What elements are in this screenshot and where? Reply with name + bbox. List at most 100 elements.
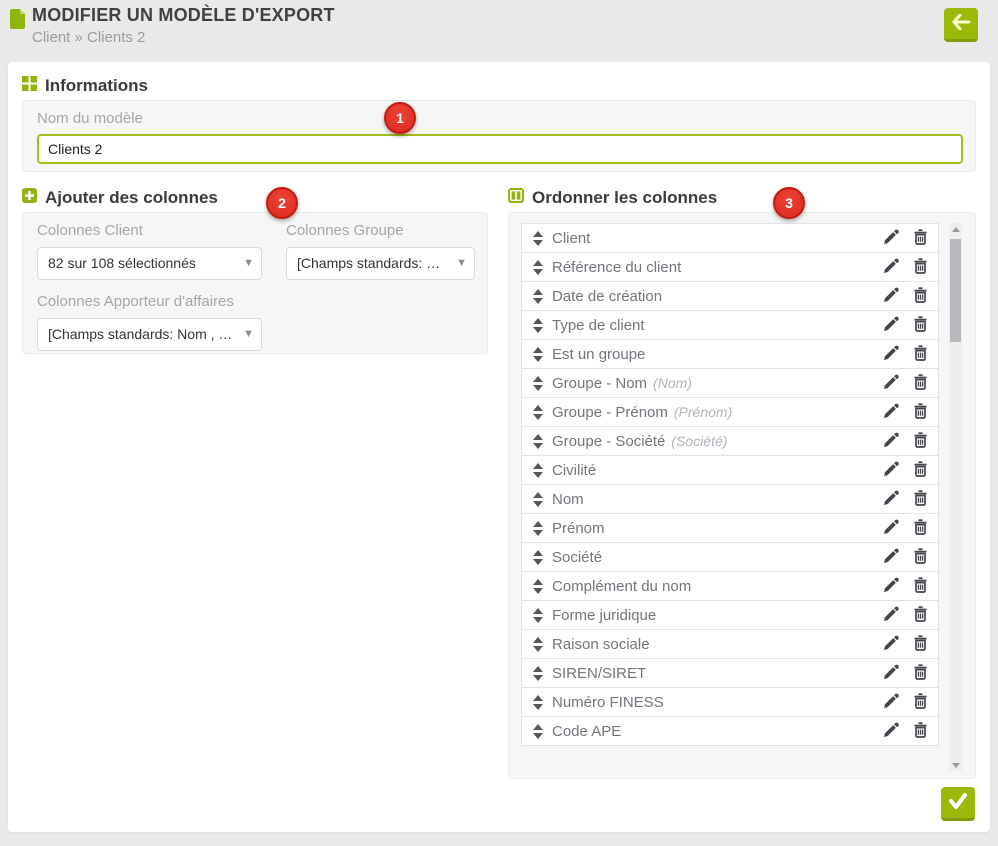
edit-button[interactable] bbox=[883, 722, 899, 741]
back-button[interactable] bbox=[944, 8, 978, 42]
row-label: Code APE bbox=[552, 723, 621, 740]
pencil-icon bbox=[883, 519, 899, 538]
row-label: Date de création bbox=[552, 288, 662, 305]
order-column-row: Groupe - Nom (Nom) bbox=[521, 368, 939, 398]
section-title: Ajouter des colonnes bbox=[45, 188, 218, 208]
edit-button[interactable] bbox=[883, 635, 899, 654]
row-label: Civilité bbox=[552, 462, 596, 479]
trash-icon bbox=[913, 258, 928, 277]
trash-icon bbox=[913, 635, 928, 654]
edit-button[interactable] bbox=[883, 403, 899, 422]
sort-handle-icon[interactable] bbox=[532, 695, 544, 710]
delete-button[interactable] bbox=[913, 490, 928, 509]
delete-button[interactable] bbox=[913, 519, 928, 538]
delete-button[interactable] bbox=[913, 316, 928, 335]
check-icon bbox=[948, 793, 968, 812]
sort-handle-icon[interactable] bbox=[532, 405, 544, 420]
pencil-icon bbox=[883, 316, 899, 335]
edit-button[interactable] bbox=[883, 316, 899, 335]
sort-handle-icon[interactable] bbox=[532, 260, 544, 275]
delete-button[interactable] bbox=[913, 693, 928, 712]
row-label: SIREN/SIRET bbox=[552, 665, 646, 682]
edit-button[interactable] bbox=[883, 287, 899, 306]
delete-button[interactable] bbox=[913, 287, 928, 306]
delete-button[interactable] bbox=[913, 432, 928, 451]
trash-icon bbox=[913, 374, 928, 393]
sort-handle-icon[interactable] bbox=[532, 289, 544, 304]
edit-button[interactable] bbox=[883, 548, 899, 567]
edit-button[interactable] bbox=[883, 229, 899, 248]
sort-handle-icon[interactable] bbox=[532, 637, 544, 652]
edit-button[interactable] bbox=[883, 490, 899, 509]
row-label: Groupe - Prénom bbox=[552, 404, 668, 421]
edit-button[interactable] bbox=[883, 345, 899, 364]
step-badge-1: 1 bbox=[384, 102, 416, 134]
delete-button[interactable] bbox=[913, 577, 928, 596]
sort-handle-icon[interactable] bbox=[532, 231, 544, 246]
delete-button[interactable] bbox=[913, 548, 928, 567]
delete-button[interactable] bbox=[913, 345, 928, 364]
sort-handle-icon[interactable] bbox=[532, 579, 544, 594]
row-note: (Prénom) bbox=[674, 404, 732, 420]
section-title: Ordonner les colonnes bbox=[532, 188, 717, 208]
order-column-row: Client bbox=[521, 223, 939, 253]
scrollbar[interactable] bbox=[949, 223, 962, 771]
plus-icon bbox=[22, 188, 37, 208]
edit-button[interactable] bbox=[883, 432, 899, 451]
model-name-input[interactable] bbox=[37, 134, 963, 164]
trash-icon bbox=[913, 461, 928, 480]
delete-button[interactable] bbox=[913, 461, 928, 480]
delete-button[interactable] bbox=[913, 258, 928, 277]
sort-handle-icon[interactable] bbox=[532, 550, 544, 565]
delete-button[interactable] bbox=[913, 229, 928, 248]
delete-button[interactable] bbox=[913, 722, 928, 741]
row-label: Référence du client bbox=[552, 259, 681, 276]
sort-handle-icon[interactable] bbox=[532, 666, 544, 681]
sort-handle-icon[interactable] bbox=[532, 434, 544, 449]
edit-button[interactable] bbox=[883, 258, 899, 277]
colonnes-client-select[interactable]: 82 sur 108 sélectionnés ▼ bbox=[37, 247, 262, 280]
order-column-row: Complément du nom bbox=[521, 571, 939, 601]
scrollbar-thumb[interactable] bbox=[950, 239, 961, 342]
sort-handle-icon[interactable] bbox=[532, 347, 544, 362]
scroll-down-button[interactable] bbox=[949, 759, 962, 771]
colonnes-apporteur-select[interactable]: [Champs standards: Nom , Pr... ▼ bbox=[37, 318, 262, 351]
edit-button[interactable] bbox=[883, 461, 899, 480]
scroll-up-button[interactable] bbox=[949, 223, 962, 235]
colonnes-groupe-select[interactable]: [Champs standards: Nom , Pr... ▼ bbox=[286, 247, 475, 280]
delete-button[interactable] bbox=[913, 635, 928, 654]
step-badge-2: 2 bbox=[266, 187, 298, 219]
sort-handle-icon[interactable] bbox=[532, 724, 544, 739]
delete-button[interactable] bbox=[913, 606, 928, 625]
row-label: Nom bbox=[552, 491, 584, 508]
edit-button[interactable] bbox=[883, 577, 899, 596]
chevron-down-icon: ▼ bbox=[456, 248, 467, 279]
delete-button[interactable] bbox=[913, 664, 928, 683]
delete-button[interactable] bbox=[913, 374, 928, 393]
edit-button[interactable] bbox=[883, 664, 899, 683]
order-column-row: Numéro FINESS bbox=[521, 687, 939, 717]
pencil-icon bbox=[883, 635, 899, 654]
sort-handle-icon[interactable] bbox=[532, 463, 544, 478]
pencil-icon bbox=[883, 577, 899, 596]
row-note: (Société) bbox=[671, 433, 727, 449]
edit-button[interactable] bbox=[883, 606, 899, 625]
sort-handle-icon[interactable] bbox=[532, 608, 544, 623]
pencil-icon bbox=[883, 606, 899, 625]
trash-icon bbox=[913, 345, 928, 364]
edit-button[interactable] bbox=[883, 693, 899, 712]
row-label: Numéro FINESS bbox=[552, 694, 664, 711]
page-header: MODIFIER UN MODÈLE D'EXPORT Client » Cli… bbox=[0, 0, 998, 62]
export-template-editor: MODIFIER UN MODÈLE D'EXPORT Client » Cli… bbox=[0, 0, 998, 846]
edit-button[interactable] bbox=[883, 374, 899, 393]
sort-handle-icon[interactable] bbox=[532, 318, 544, 333]
validate-button[interactable] bbox=[941, 787, 975, 821]
pencil-icon bbox=[883, 403, 899, 422]
sort-handle-icon[interactable] bbox=[532, 492, 544, 507]
sort-handle-icon[interactable] bbox=[532, 521, 544, 536]
order-column-row: Civilité bbox=[521, 455, 939, 485]
delete-button[interactable] bbox=[913, 403, 928, 422]
row-label: Complément du nom bbox=[552, 578, 691, 595]
edit-button[interactable] bbox=[883, 519, 899, 538]
sort-handle-icon[interactable] bbox=[532, 376, 544, 391]
